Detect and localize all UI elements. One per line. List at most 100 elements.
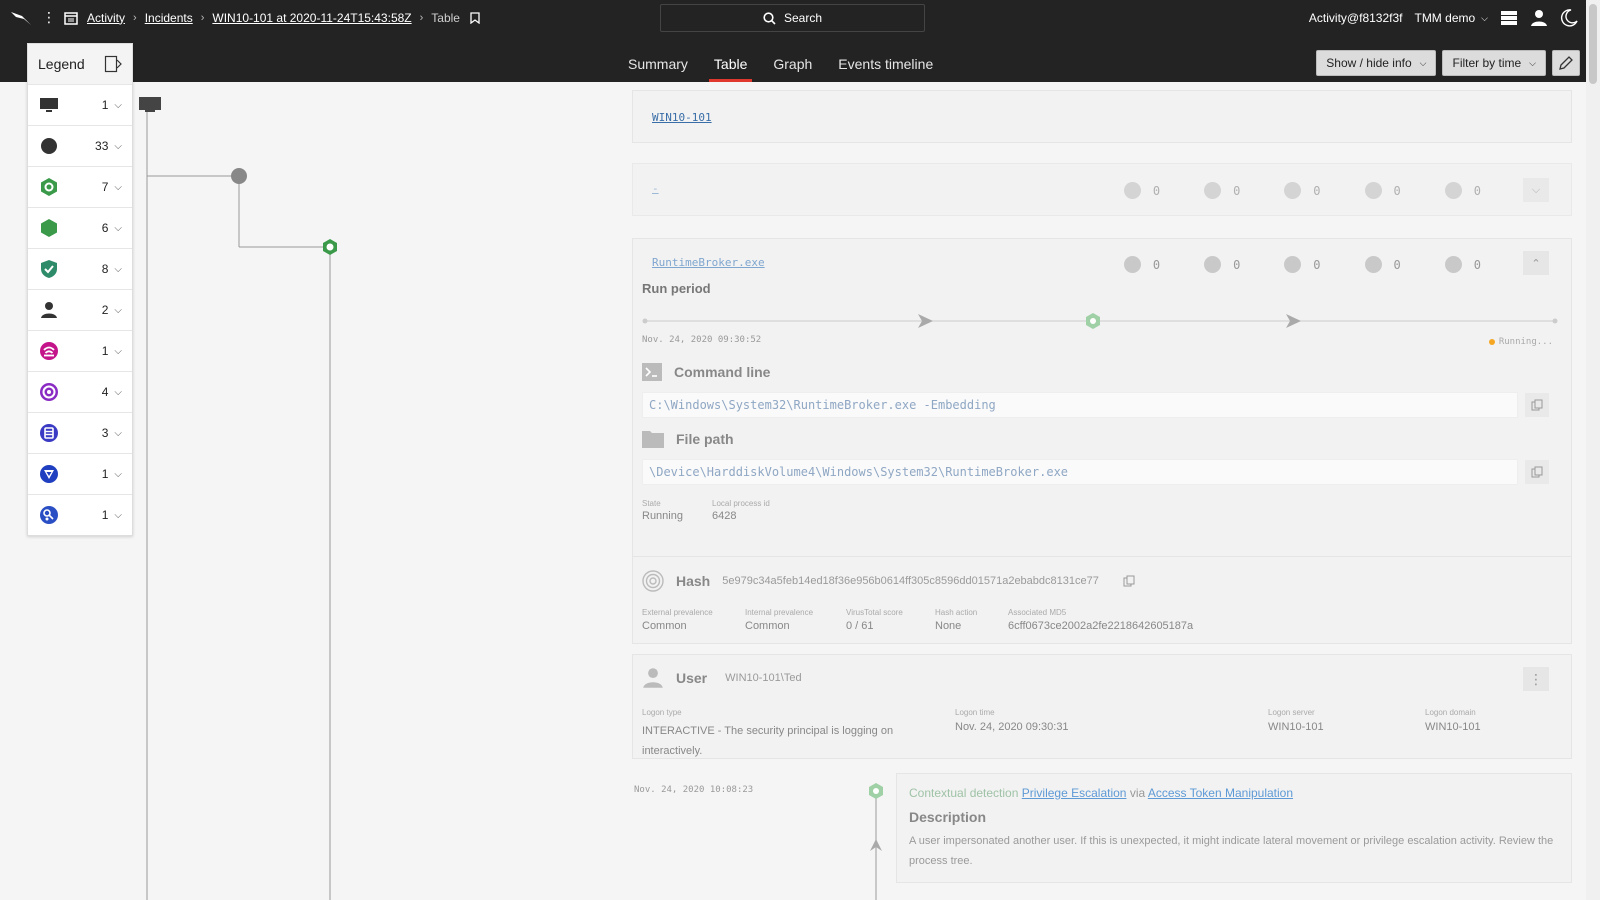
detection-marker bbox=[869, 783, 883, 900]
dark-mode-icon[interactable] bbox=[1560, 9, 1578, 27]
calendar-icon[interactable] bbox=[63, 10, 79, 26]
tab-table[interactable]: Table bbox=[701, 48, 760, 82]
pid-label: Local process id bbox=[712, 499, 770, 508]
stat-triangle: 0 bbox=[1204, 182, 1240, 199]
chevron-right-icon: › bbox=[200, 11, 205, 24]
notifications-icon[interactable] bbox=[1500, 10, 1518, 26]
node-link[interactable]: - bbox=[652, 182, 659, 195]
expand-button[interactable]: ⌵ bbox=[1523, 178, 1549, 202]
shield-check-icon bbox=[38, 258, 60, 280]
falcon-logo-icon[interactable] bbox=[10, 10, 34, 26]
chevron-down-icon: ⌵ bbox=[114, 509, 122, 521]
search-button[interactable]: Search bbox=[660, 4, 925, 32]
stat-value: 0 bbox=[1233, 257, 1241, 272]
user-field-label: Logon time bbox=[955, 708, 995, 717]
detection-filled-icon bbox=[38, 217, 60, 239]
chevron-right-icon: › bbox=[133, 11, 137, 24]
legend-panel: Legend 1 ⌵ 33 ⌵ 7 ⌵ 6 ⌵ 8 ⌵ 2 ⌵ 1 ⌵ 4 ⌵ … bbox=[27, 43, 133, 536]
collapse-button[interactable]: ⌃ bbox=[1523, 251, 1549, 275]
legend-row-shield[interactable]: 8 ⌵ bbox=[28, 248, 132, 289]
tab-events-timeline[interactable]: Events timeline bbox=[825, 48, 946, 82]
legend-row-user[interactable]: 2 ⌵ bbox=[28, 289, 132, 330]
detection-card: Contextual detection Privilege Escalatio… bbox=[896, 773, 1572, 883]
hash-value: 5e979c34a5feb14ed18f36e956b0614ff305c859… bbox=[722, 575, 1099, 587]
file-path-title: File path bbox=[676, 431, 734, 447]
copy-path-button[interactable] bbox=[1525, 460, 1549, 484]
host-link[interactable]: WIN10-101 bbox=[652, 111, 712, 124]
stat-value: 0 bbox=[1152, 183, 1161, 198]
run-period-title: Run period bbox=[642, 281, 711, 296]
menu-dots-icon[interactable]: ⋮ bbox=[42, 9, 56, 26]
stat-triangle: 0 bbox=[1204, 256, 1240, 273]
process-icon bbox=[38, 135, 60, 157]
legend-count: 1 bbox=[101, 344, 109, 358]
host-node[interactable] bbox=[139, 97, 161, 112]
tenant-selector[interactable]: TMM demo ⌵ bbox=[1414, 11, 1488, 25]
state-value: Running bbox=[642, 510, 683, 522]
user-profile-icon[interactable] bbox=[1530, 9, 1548, 27]
registry-icon bbox=[38, 422, 60, 444]
triangle-icon bbox=[38, 463, 60, 485]
chevron-down-icon: ⌵ bbox=[114, 345, 122, 357]
search-icon bbox=[763, 11, 776, 25]
chevron-down-icon: ⌵ bbox=[114, 386, 122, 398]
legend-row-detection-filled[interactable]: 6 ⌵ bbox=[28, 207, 132, 248]
scrollbar-thumb[interactable] bbox=[1589, 4, 1597, 84]
stat-value: 0 bbox=[1393, 183, 1401, 198]
legend-row-process[interactable]: 33 ⌵ bbox=[28, 125, 132, 166]
command-line-text: C:\Windows\System32\RuntimeBroker.exe -E… bbox=[649, 398, 996, 412]
legend-row-target[interactable]: 4 ⌵ bbox=[28, 371, 132, 412]
legend-row-registry[interactable]: 3 ⌵ bbox=[28, 412, 132, 453]
user-field-label: Logon server bbox=[1268, 708, 1315, 717]
technique-link[interactable]: Access Token Manipulation bbox=[1148, 786, 1293, 800]
running-dot-icon bbox=[1488, 339, 1495, 345]
legend-row-detection-outline[interactable]: 7 ⌵ bbox=[28, 166, 132, 207]
stat-dns: 0 bbox=[1123, 182, 1161, 199]
bookmark-icon[interactable] bbox=[470, 11, 480, 24]
user-title: User bbox=[676, 670, 708, 686]
breadcrumb-activity[interactable]: Activity bbox=[87, 11, 125, 25]
stat-dns: 0 bbox=[1123, 256, 1161, 273]
file-path-value: \Device\HarddiskVolume4\Windows\System32… bbox=[642, 459, 1518, 485]
tab-graph[interactable]: Graph bbox=[760, 48, 825, 82]
account-user[interactable]: Activity@f8132f3f bbox=[1309, 11, 1403, 25]
legend-row-dns[interactable]: 1 ⌵ bbox=[28, 494, 132, 535]
hash-field-label: VirusTotal score bbox=[846, 608, 903, 617]
chevron-down-icon: ⌵ bbox=[114, 181, 122, 193]
process-link[interactable]: RuntimeBroker.exe bbox=[652, 256, 765, 269]
collapse-panel-icon[interactable] bbox=[104, 55, 122, 73]
breadcrumb-incident[interactable]: WIN10-101 at 2020-11-24T15:43:58Z bbox=[212, 11, 411, 25]
user-more-button[interactable]: ⋮ bbox=[1523, 667, 1549, 691]
folder-icon bbox=[642, 430, 664, 448]
breadcrumb-current: Table bbox=[431, 10, 460, 25]
hash-field-value: None bbox=[935, 620, 962, 632]
copy-command-button[interactable] bbox=[1525, 393, 1549, 417]
edit-button[interactable] bbox=[1552, 50, 1580, 76]
chevron-down-icon: ⌵ bbox=[114, 468, 122, 480]
pencil-icon bbox=[1558, 55, 1574, 71]
legend-row-triangle[interactable]: 1 ⌵ bbox=[28, 453, 132, 494]
tab-summary[interactable]: Summary bbox=[615, 48, 701, 82]
detection-via: via bbox=[1129, 786, 1146, 800]
stat-target: 0 bbox=[1364, 256, 1401, 273]
legend-row-computer[interactable]: 1 ⌵ bbox=[28, 84, 132, 125]
filter-time-label: Filter by time bbox=[1452, 56, 1522, 70]
run-start-time: Nov. 24, 2020 09:30:52 bbox=[642, 335, 762, 345]
description-title: Description bbox=[909, 809, 987, 825]
stat-value: 0 bbox=[1473, 257, 1481, 272]
hash-card: Hash 5e979c34a5feb14ed18f36e956b0614ff30… bbox=[632, 556, 1572, 644]
legend-row-network[interactable]: 1 ⌵ bbox=[28, 330, 132, 371]
tactic-link[interactable]: Privilege Escalation bbox=[1022, 786, 1127, 800]
process-stats: 0 0 0 0 0 bbox=[1123, 256, 1481, 273]
stat-value: 0 bbox=[1152, 257, 1161, 272]
detection-node[interactable] bbox=[323, 239, 337, 255]
process-node[interactable] bbox=[231, 168, 247, 184]
filter-by-time-button[interactable]: Filter by time ⌵ bbox=[1442, 50, 1546, 76]
show-hide-info-button[interactable]: Show / hide info ⌵ bbox=[1316, 50, 1437, 76]
legend-title: Legend bbox=[38, 56, 85, 72]
breadcrumb-incidents[interactable]: Incidents bbox=[145, 11, 193, 25]
user-icon bbox=[38, 299, 60, 321]
copy-hash-icon[interactable] bbox=[1123, 575, 1135, 587]
view-tabs: Summary Table Graph Events timeline bbox=[615, 48, 946, 82]
scrollbar[interactable] bbox=[1586, 0, 1600, 900]
